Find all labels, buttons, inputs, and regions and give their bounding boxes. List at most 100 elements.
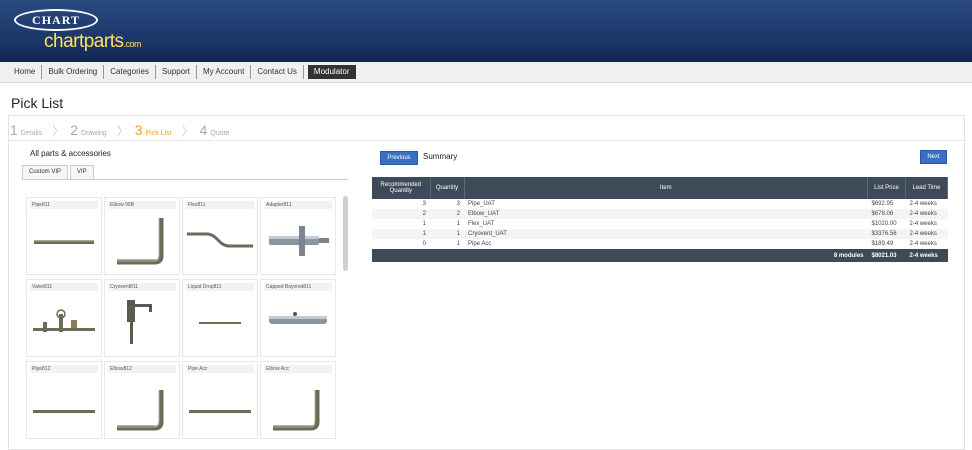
- table-row: 1 1 Flex_UAT $1020.00 2-4 weeks: [372, 219, 948, 229]
- part-card[interactable]: Liquid Drop811: [182, 279, 258, 357]
- part-name: Capped Bayonet811: [264, 283, 332, 291]
- tab-vip[interactable]: VIP: [70, 165, 94, 179]
- part-name: Liquid Drop811: [186, 283, 254, 291]
- chart-logo[interactable]: CHART: [14, 9, 98, 31]
- main-nav: Home Bulk Ordering Categories Support My…: [0, 62, 972, 83]
- parts-grid: Pipe811 Elbow 90B Flex811 Adapter811 Val…: [22, 182, 350, 448]
- total-lead-time: 2-4 weeks: [905, 249, 948, 262]
- part-card[interactable]: Pipe811: [26, 197, 102, 275]
- step-label: Quote: [210, 130, 230, 137]
- col-recommended-quantity[interactable]: Recommended Quantity: [372, 177, 431, 199]
- nav-contact-us[interactable]: Contact Us: [251, 65, 304, 79]
- step-quote[interactable]: 4 Quote: [200, 122, 230, 138]
- part-card[interactable]: Elbow 90B: [104, 197, 180, 275]
- nav-categories[interactable]: Categories: [104, 65, 156, 79]
- item-name: Pipe_UAT: [468, 201, 495, 207]
- step-number: 3: [134, 122, 143, 138]
- valve-icon: [33, 309, 95, 332]
- quantity[interactable]: 2: [430, 209, 464, 219]
- lead-time: 2-4 weeks: [905, 209, 948, 219]
- recommended-qty: 3: [422, 201, 426, 207]
- item-name: Elbow_UAT: [464, 209, 868, 219]
- table-row: 0 1 Pipe Acc $189.49 2-4 weeks: [372, 239, 948, 249]
- list-price: $692.95: [871, 201, 894, 207]
- recommended-qty: 1: [422, 221, 426, 227]
- pick-list-table: Recommended Quantity Quantity Item List …: [372, 177, 948, 262]
- step-number: 4: [199, 122, 208, 138]
- quantity[interactable]: 1: [430, 229, 464, 239]
- lead-time: 2-4 weeks: [909, 201, 937, 207]
- part-name: Elbow812: [108, 365, 176, 373]
- item-name: Cryovent_UAT: [464, 229, 868, 239]
- part-card[interactable]: Valve811: [26, 279, 102, 357]
- recommended-qty: 1: [372, 229, 430, 239]
- nav-support[interactable]: Support: [156, 65, 197, 79]
- nav-modulator[interactable]: Modulator: [307, 65, 356, 79]
- recommended-qty: 2: [372, 209, 430, 219]
- pipe-straight-icon: [33, 410, 95, 413]
- part-name: Flex811: [186, 201, 254, 209]
- part-name: Elbow Acc: [264, 365, 332, 373]
- step-number: 1: [10, 122, 18, 138]
- list-price: $1020.00: [871, 221, 897, 227]
- step-pick-list[interactable]: 3 Pick List: [135, 122, 172, 138]
- step-number: 2: [70, 122, 79, 138]
- part-card[interactable]: Elbow812: [104, 361, 180, 439]
- col-quantity[interactable]: Quantity: [430, 177, 465, 199]
- col-list-price[interactable]: List Price: [867, 177, 906, 199]
- part-name: Valve811: [30, 283, 98, 291]
- site-header: CHART chartparts.com: [0, 0, 972, 62]
- part-card[interactable]: Adapter811: [260, 197, 336, 275]
- chevron-right-icon: 〉: [116, 123, 129, 138]
- table-total-row: 8 modules $8021.03 2-4 weeks: [372, 249, 948, 262]
- part-name: Pipe811: [30, 201, 98, 209]
- chevron-right-icon: 〉: [181, 123, 194, 138]
- nav-home[interactable]: Home: [8, 65, 43, 79]
- parts-tabs: Custom VIP VIP: [22, 165, 348, 180]
- step-label: Details: [20, 130, 43, 137]
- part-card[interactable]: Cryovent811: [104, 279, 180, 357]
- flex-hose-icon: [187, 232, 253, 248]
- divider: [8, 140, 965, 141]
- nav-bulk-ordering[interactable]: Bulk Ordering: [42, 65, 105, 79]
- part-name: Pipe812: [30, 365, 98, 373]
- pipe-elbow-icon: [273, 390, 320, 431]
- tab-custom-vip[interactable]: Custom VIP: [22, 165, 69, 179]
- wizard-steps: 1 Details 〉 2 Drawing 〉 3 Pick List 〉 4 …: [10, 120, 239, 140]
- recommended-qty: 0: [422, 241, 426, 247]
- item-name: Flex_UAT: [468, 221, 495, 227]
- quantity[interactable]: 3: [430, 199, 464, 209]
- chevron-right-icon: 〉: [52, 123, 65, 138]
- part-card[interactable]: Flex811: [182, 197, 258, 275]
- next-button[interactable]: Next: [920, 150, 947, 164]
- cryovent-icon: [127, 300, 152, 344]
- part-card[interactable]: Elbow Acc: [260, 361, 336, 439]
- pipe-elbow-icon: [117, 390, 164, 431]
- table-row: 2 2 Elbow_UAT $678.06 2-4 weeks: [372, 209, 948, 219]
- part-name: Pipe Acc: [186, 365, 254, 373]
- part-card[interactable]: Pipe812: [26, 361, 102, 439]
- summary-title: Summary: [423, 152, 458, 161]
- part-name: Cryovent811: [108, 283, 176, 291]
- step-drawing[interactable]: 2 Drawing: [70, 122, 106, 138]
- capped-bayonet-icon: [269, 312, 327, 324]
- quantity[interactable]: 1: [430, 219, 464, 229]
- parts-scrollbar[interactable]: [343, 196, 348, 271]
- col-lead-time[interactable]: Lead Time: [905, 177, 948, 199]
- col-item[interactable]: Item: [464, 177, 868, 199]
- step-details[interactable]: 1 Details: [10, 122, 42, 138]
- previous-button[interactable]: Previous: [380, 151, 418, 165]
- liquid-drop-icon: [199, 322, 241, 324]
- pipe-straight-icon: [34, 240, 94, 244]
- quantity[interactable]: 1: [430, 239, 464, 249]
- part-card[interactable]: Pipe Acc: [182, 361, 258, 439]
- nav-my-account[interactable]: My Account: [197, 65, 252, 79]
- item-name: Pipe Acc: [468, 241, 492, 247]
- page-title: Pick List: [11, 95, 64, 111]
- total-price: $8021.03: [867, 249, 906, 262]
- chartparts-logo[interactable]: chartparts.com: [44, 31, 141, 53]
- adapter-icon: [269, 226, 329, 256]
- part-card[interactable]: Capped Bayonet811: [260, 279, 336, 357]
- part-name: Elbow 90B: [108, 201, 176, 209]
- list-price: $678.06: [867, 209, 906, 219]
